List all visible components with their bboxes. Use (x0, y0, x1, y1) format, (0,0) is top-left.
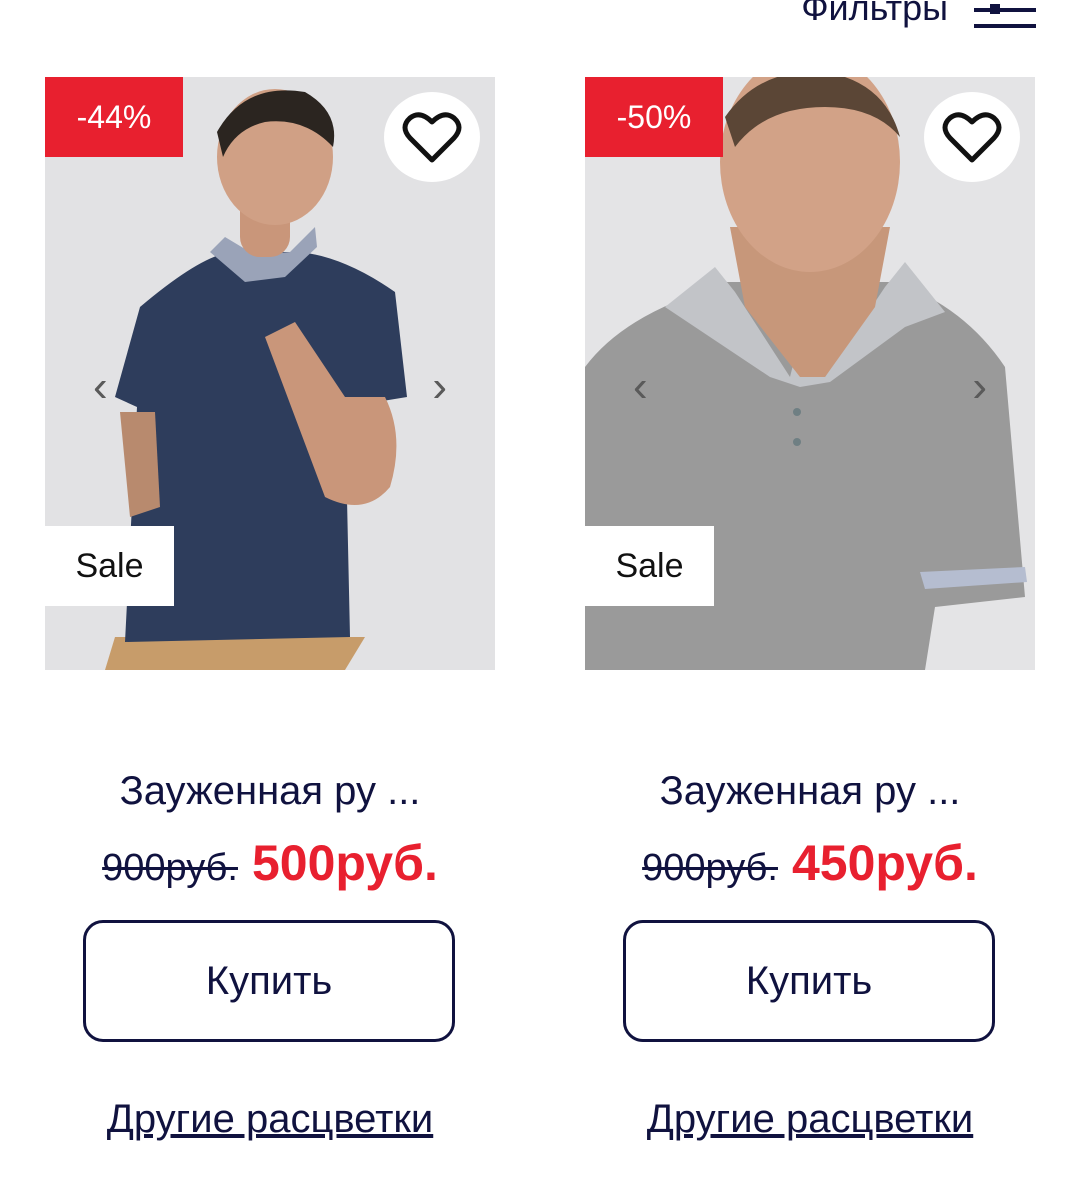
price-block: 900руб. 500руб. (45, 834, 495, 892)
buy-button[interactable]: Купить (83, 920, 455, 1042)
carousel-prev-arrow[interactable]: ‹ (633, 365, 648, 409)
favorite-button[interactable] (384, 92, 480, 182)
buy-button[interactable]: Купить (623, 920, 995, 1042)
product-listing-page: Фильтры -44% ‹ › Sale Зауженная ру ... 9… (0, 0, 1080, 1178)
product-image[interactable]: -44% ‹ › Sale (45, 77, 495, 670)
other-colors-link[interactable]: Другие расцветки (585, 1097, 1035, 1142)
sale-badge: Sale (45, 526, 174, 606)
product-card[interactable]: -44% ‹ › Sale Зауженная ру ... 900руб. 50… (45, 77, 495, 1141)
carousel-prev-arrow[interactable]: ‹ (93, 365, 108, 409)
heart-icon (942, 112, 1002, 163)
product-card[interactable]: -50% ‹ › Sale Зауженная ру ... 900руб. 45… (585, 77, 1035, 1141)
old-price: 900руб. (102, 847, 238, 889)
product-title[interactable]: Зауженная ру ... (45, 769, 495, 814)
old-price: 900руб. (642, 847, 778, 889)
filters-button[interactable]: Фильтры (801, 0, 1036, 30)
discount-badge: -50% (585, 77, 723, 157)
heart-icon (402, 112, 462, 163)
other-colors-link[interactable]: Другие расцветки (45, 1097, 495, 1142)
sliders-icon (974, 4, 1036, 28)
new-price: 450руб. (791, 835, 978, 891)
carousel-next-arrow[interactable]: › (432, 365, 447, 409)
product-image[interactable]: -50% ‹ › Sale (585, 77, 1035, 670)
new-price: 500руб. (251, 835, 438, 891)
sale-badge: Sale (585, 526, 714, 606)
favorite-button[interactable] (924, 92, 1020, 182)
carousel-next-arrow[interactable]: › (972, 365, 987, 409)
price-block: 900руб. 450руб. (585, 834, 1035, 892)
product-title[interactable]: Зауженная ру ... (585, 769, 1035, 814)
discount-badge: -44% (45, 77, 183, 157)
filters-label: Фильтры (801, 0, 948, 28)
